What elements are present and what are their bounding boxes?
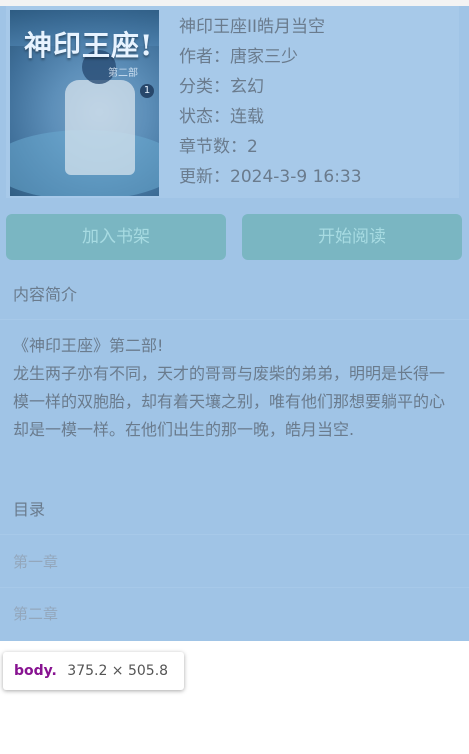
book-category: 分类：玄幻 [179,72,449,102]
updated-value: 2024-3-9 16:33 [230,167,362,187]
status-value: 连载 [230,107,264,127]
tooltip-dimensions: 375.2 × 505.8 [67,663,169,679]
devtools-element-tooltip: body. 375.2 × 505.8 [3,652,184,690]
toc-heading: 目录 [0,485,469,535]
book-info: 神印王座II皓月当空 作者：唐家三少 分类：玄幻 状态：连载 章节数：2 更新：… [179,12,449,192]
chapter-count-label: 章节数： [179,137,247,157]
cover-title: 神印王座! [24,29,154,62]
chapter-link-1[interactable]: 第一章 [0,536,469,588]
author-value: 唐家三少 [230,47,298,67]
book-status: 状态：连载 [179,102,449,132]
status-label: 状态： [179,107,230,127]
cover-volume-badge: 1 [140,84,154,98]
chapter-link-2[interactable]: 第二章 [0,588,469,640]
book-author: 作者：唐家三少 [179,42,449,72]
start-reading-button[interactable]: 开始阅读 [242,214,462,260]
book-title: 神印王座II皓月当空 [179,17,326,37]
book-cover-image[interactable]: 神印王座! 第二部 1 [10,10,159,196]
category-value: 玄幻 [230,77,264,97]
updated-label: 更新： [179,167,230,187]
author-label: 作者： [179,47,230,67]
cover-figure [65,80,135,175]
cover-subtitle: 第二部 [108,68,138,79]
book-chapter-count: 章节数：2 [179,132,449,162]
category-label: 分类： [179,77,230,97]
intro-heading: 内容简介 [0,270,469,320]
tooltip-tag: body. [14,663,57,679]
intro-text-content: 《神印王座》第二部! 龙生两子亦有不同，天才的哥哥与废柴的弟弟，明明是长得一模一… [13,336,446,439]
intro-text: 《神印王座》第二部! 龙生两子亦有不同，天才的哥哥与废柴的弟弟，明明是长得一模一… [13,332,453,444]
book-updated: 更新：2024-3-9 16:33 [179,162,449,192]
chapter-count-value: 2 [247,137,258,157]
devtools-tooltip-arrow [21,644,37,652]
add-to-bookshelf-button[interactable]: 加入书架 [6,214,226,260]
